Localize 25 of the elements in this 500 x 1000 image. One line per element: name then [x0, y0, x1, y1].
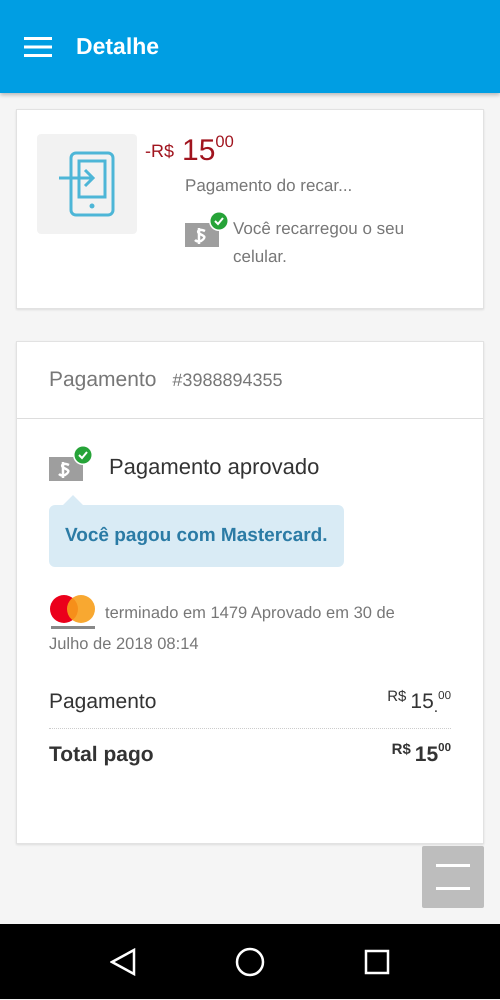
approved-money-icon: [49, 444, 93, 482]
currency: -R$: [145, 140, 174, 163]
payment-number: #3988894355: [172, 369, 283, 392]
status-text: Você recarregou o seu celular.: [233, 218, 406, 268]
bubble-pointer: [63, 494, 83, 504]
amount: 15$^{00}$: [414, 741, 451, 768]
message-bubble: Você pagou com Mastercard.: [49, 504, 344, 567]
back-icon[interactable]: [110, 948, 136, 976]
home-icon[interactable]: [234, 946, 265, 976]
line-label: Pagamento: [49, 689, 156, 716]
card-info: terminado em 1479 Aprovado em 30 de: [105, 603, 395, 624]
currency: R$: [392, 740, 411, 760]
card-info: Julho de 2018 08:14: [49, 634, 200, 655]
currency: R$: [387, 687, 406, 708]
card-logo-icon: [49, 594, 97, 632]
total-label: Total pago: [49, 742, 154, 768]
recents-icon[interactable]: [364, 948, 390, 974]
payment-status: Pagamento aprovado: [109, 452, 320, 481]
menu-icon[interactable]: [24, 36, 52, 56]
payment-title: Pagamento: [49, 367, 156, 393]
phone-recharge-icon: [57, 151, 117, 217]
amount: 15$^{00}$: [182, 134, 234, 167]
description: Pagamento do recar...: [185, 175, 354, 197]
approved-money-icon: [185, 210, 229, 248]
page-title: Detalhe: [76, 32, 160, 60]
